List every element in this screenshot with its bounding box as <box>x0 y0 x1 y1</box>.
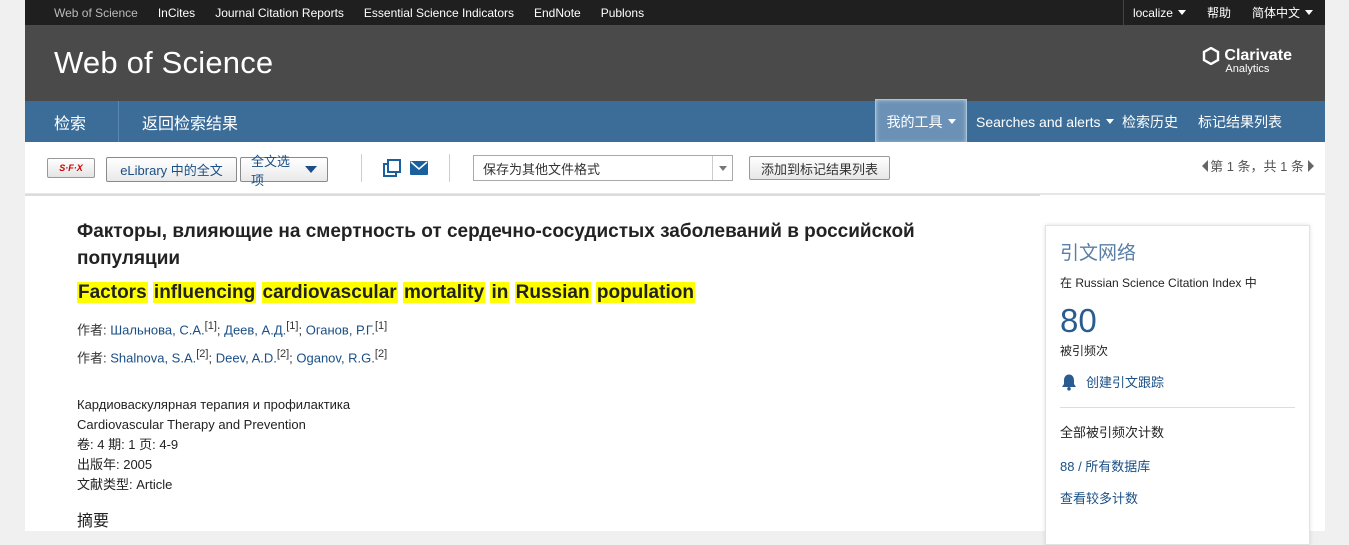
link-incites[interactable]: InCites <box>158 6 195 20</box>
author-link[interactable]: Оганов, Р.Г. <box>306 322 375 337</box>
author-link[interactable]: Shalnova, S.A. <box>110 351 196 366</box>
page-frame: Web of Science InCites Journal Citation … <box>25 0 1325 545</box>
highlighted-word: influencing <box>152 282 257 303</box>
record-toolbar: S·F·X eLibrary 中的全文 全文选项 保存为其他文件格式 添加到标记… <box>25 142 1325 195</box>
citation-network-panel: 引文网络 在 Russian Science Citation Index 中 … <box>1045 225 1310 545</box>
sfx-button[interactable]: S·F·X <box>47 158 95 178</box>
language-label: 简体中文 <box>1251 6 1300 20</box>
save-format-value: 保存为其他文件格式 <box>483 161 601 177</box>
chevron-down-icon <box>712 156 732 180</box>
sfx-label: S·F·X <box>59 163 83 173</box>
affiliation-ref[interactable]: [2] <box>277 348 289 360</box>
chevron-down-icon <box>305 166 317 173</box>
divider <box>449 154 450 182</box>
next-record-icon[interactable] <box>1308 159 1314 172</box>
author-link[interactable]: Deev, A.D. <box>216 351 277 366</box>
print-icon[interactable] <box>383 159 401 177</box>
previous-record-icon[interactable] <box>1202 159 1209 172</box>
affiliation-ref[interactable]: [2] <box>375 348 387 360</box>
source-info: Кардиоваскулярная терапия и профилактика… <box>77 395 977 495</box>
link-publons[interactable]: Publons <box>601 6 644 20</box>
divider <box>1060 407 1295 408</box>
author-link[interactable]: Oganov, R.G. <box>296 351 375 366</box>
citation-network-heading: 引文网络 <box>1060 243 1137 264</box>
pager-text: 第 1 条，共 1 条 <box>1210 159 1304 174</box>
chevron-down-icon <box>1105 119 1114 124</box>
affiliation-ref[interactable]: [1] <box>205 320 217 332</box>
searches-alerts-menu[interactable]: Searches and alerts <box>976 101 1114 142</box>
volume-issue-pages: 卷: 4 期: 1 页: 4-9 <box>77 436 179 452</box>
link-endnote[interactable]: EndNote <box>534 6 581 20</box>
main-nav: 检索 返回检索结果 我的工具 Searches and alerts 检索历史 … <box>25 99 1325 144</box>
top-bar: Web of Science InCites Journal Citation … <box>25 0 1325 25</box>
my-tools-menu[interactable]: 我的工具 <box>875 99 967 144</box>
highlighted-word: cardiovascular <box>261 282 398 303</box>
all-databases-count-link[interactable]: 88 / 所有数据库 <box>1060 456 1295 475</box>
product-links: Web of Science InCites Journal Citation … <box>54 0 664 25</box>
publication-year: 出版年: 2005 <box>77 456 153 472</box>
searches-alerts-label: Searches and alerts <box>976 113 1101 130</box>
highlighted-word: population <box>595 282 695 303</box>
author-link[interactable]: Шальнова, С.А. <box>110 322 204 337</box>
nav-back-to-results[interactable]: 返回检索结果 <box>142 101 238 142</box>
author-link[interactable]: Деев, А.Д. <box>224 322 286 337</box>
journal-english: Cardiovascular Therapy and Prevention <box>77 416 306 432</box>
create-citation-alert-label: 创建引文跟踪 <box>1086 375 1165 390</box>
nav-search[interactable]: 检索 <box>54 101 86 142</box>
fulltext-options-label: 全文选项 <box>251 153 291 188</box>
citation-index-line: 在 Russian Science Citation Index 中 <box>1060 276 1257 290</box>
add-to-marked-list-button[interactable]: 添加到标记结果列表 <box>749 156 891 180</box>
journal-russian: Кардиоваскулярная терапия и профилактика <box>77 396 351 412</box>
record-title-russian: Факторы, влияющие на смертность от серде… <box>77 221 915 269</box>
highlighted-word: Factors <box>77 282 148 303</box>
highlighted-word: mortality <box>402 282 486 303</box>
top-right-menu: localize 帮助 简体中文 <box>1122 0 1325 25</box>
abstract-heading: 摘要 <box>77 512 110 530</box>
document-type: 文献类型: Article <box>77 476 173 492</box>
clarivate-logo-icon <box>1203 47 1220 65</box>
chevron-down-icon <box>947 119 956 124</box>
record-title-english: Factors influencing cardiovascular morta… <box>77 282 977 304</box>
localize-label: localize <box>1132 5 1173 20</box>
link-web-of-science[interactable]: Web of Science <box>54 6 138 20</box>
link-esi[interactable]: Essential Science Indicators <box>364 6 514 20</box>
email-icon[interactable] <box>410 161 428 175</box>
see-more-counts-link[interactable]: 查看较多计数 <box>1060 488 1295 507</box>
affiliation-ref[interactable]: [2] <box>196 348 208 360</box>
nav-divider <box>118 101 119 142</box>
create-citation-alert-link[interactable]: 创建引文跟踪 <box>1060 372 1295 391</box>
app-title[interactable]: Web of Science <box>54 45 273 81</box>
fulltext-options-button[interactable]: 全文选项 <box>240 154 328 188</box>
clarivate-logo: Clarivate Analytics <box>1202 47 1292 75</box>
chevron-down-icon <box>1177 9 1186 15</box>
header: Web of Science Clarivate Analytics <box>25 25 1325 101</box>
all-times-cited-heading: 全部被引频次计数 <box>1060 425 1165 440</box>
times-cited-count[interactable]: 80 <box>1060 302 1295 340</box>
authors-russian: 作者: Шальнова, С.А.[1]; Деев, А.Д.[1]; Ог… <box>77 320 388 338</box>
localize-menu[interactable]: localize <box>1124 6 1198 20</box>
authors-block: 作者: Шальнова, С.А.[1]; Деев, А.Д.[1]; Ог… <box>77 314 977 371</box>
save-format-select[interactable]: 保存为其他文件格式 <box>473 155 733 181</box>
chevron-down-icon <box>1305 10 1313 15</box>
elibrary-fulltext-button[interactable]: eLibrary 中的全文 <box>106 157 237 182</box>
help-link[interactable]: 帮助 <box>1198 4 1243 21</box>
marked-list-link[interactable]: 标记结果列表 <box>1198 101 1282 142</box>
highlighted-word: in <box>490 282 510 303</box>
record-pager: 第 1 条，共 1 条 <box>1202 156 1314 175</box>
authors-english: 作者: Shalnova, S.A.[2]; Deev, A.D.[2]; Og… <box>77 348 388 366</box>
highlighted-word: Russian <box>514 282 591 303</box>
search-history-link[interactable]: 检索历史 <box>1122 101 1178 142</box>
bell-icon <box>1062 374 1076 391</box>
divider <box>361 154 362 182</box>
authors-label: 作者: <box>77 322 107 338</box>
affiliation-ref[interactable]: [1] <box>286 320 298 332</box>
link-jcr[interactable]: Journal Citation Reports <box>215 6 344 20</box>
language-menu[interactable]: 简体中文 <box>1243 4 1325 21</box>
record-content: Факторы, влияющие на смертность от серде… <box>77 218 977 531</box>
divider <box>25 194 1040 196</box>
authors-label: 作者: <box>77 350 107 366</box>
times-cited-label: 被引频次 <box>1060 344 1109 358</box>
affiliation-ref[interactable]: [1] <box>375 320 387 332</box>
my-tools-label: 我的工具 <box>886 113 943 130</box>
